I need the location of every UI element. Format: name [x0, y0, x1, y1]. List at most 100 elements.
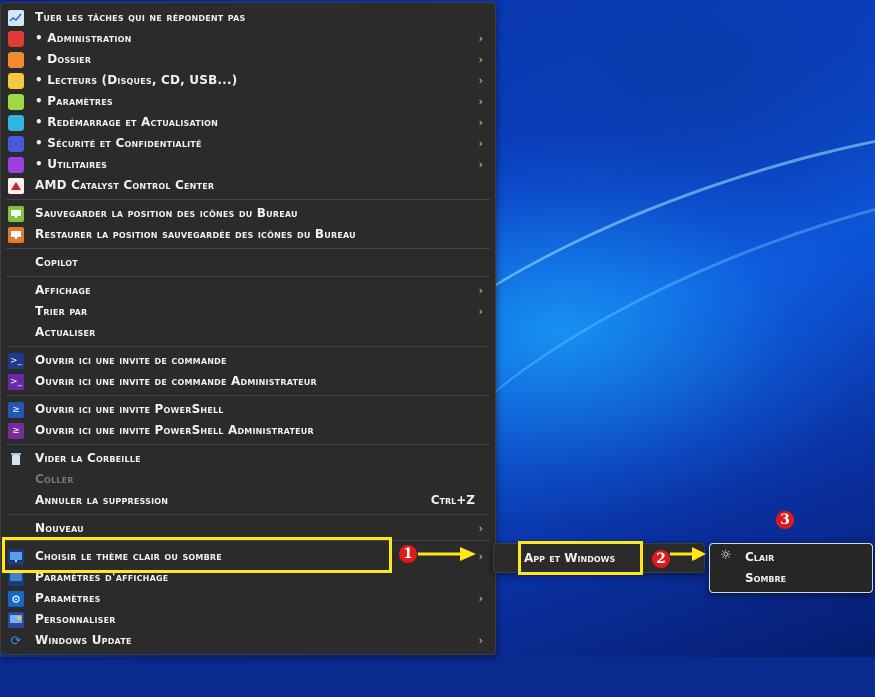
menu-item-nouveau[interactable]: Nouveau ›: [1, 518, 495, 539]
menu-item-label: Personnaliser: [35, 612, 116, 626]
menu-item-redemarrage[interactable]: • Redémarrage et Actualisation ›: [1, 112, 495, 133]
chevron-right-icon: ›: [478, 53, 483, 66]
chevron-right-icon: ›: [478, 137, 483, 150]
menu-item-label: Paramètres: [35, 591, 101, 605]
menu-item-parametres-group[interactable]: • Paramètres ›: [1, 91, 495, 112]
step-badge-1: 1: [399, 545, 417, 563]
menu-item-securite[interactable]: • Sécurité et Confidentialité ›: [1, 133, 495, 154]
step-badge-2: 2: [652, 550, 670, 568]
menu-separator: [6, 248, 490, 249]
menu-item-actualiser[interactable]: Actualiser: [1, 322, 495, 343]
menu-item-administration[interactable]: • Administration ›: [1, 28, 495, 49]
menu-item-label: Nouveau: [35, 521, 84, 535]
menu-item-label: Ouvrir ici une invite de commande: [35, 353, 227, 367]
menu-item-label: Restaurer la position sauvegardée des ic…: [35, 227, 356, 241]
menu-item-amd-catalyst[interactable]: AMD Catalyst Control Center: [1, 175, 495, 196]
menu-item-label: Sauvegarder la position des icônes du Bu…: [35, 206, 298, 220]
menu-item-vider-corbeille[interactable]: Vider la Corbeille: [1, 448, 495, 469]
menu-item-lecteurs[interactable]: • Lecteurs (Disques, CD, USB...) ›: [1, 70, 495, 91]
cmd-admin-icon: >_: [8, 374, 24, 390]
recycle-bin-icon: [8, 451, 24, 467]
menu-item-powershell[interactable]: ≥ Ouvrir ici une invite PowerShell: [1, 399, 495, 420]
menu-item-parametres[interactable]: ⚙ Paramètres ›: [1, 588, 495, 609]
task-manager-icon: [8, 10, 24, 26]
menu-item-label: Coller: [35, 472, 74, 486]
chevron-right-icon: ›: [478, 95, 483, 108]
menu-item-label: • Lecteurs (Disques, CD, USB...): [35, 73, 238, 87]
orange-swatch-icon: [8, 52, 24, 68]
chevron-right-icon: ›: [478, 284, 483, 297]
menu-item-copilot[interactable]: Copilot: [1, 252, 495, 273]
chevron-right-icon: ›: [478, 305, 483, 318]
menu-item-label: • Paramètres: [35, 94, 113, 108]
highlight-app-windows: [518, 541, 643, 575]
menu-item-label: Ouvrir ici une invite PowerShell: [35, 402, 224, 416]
submenu-item-clair[interactable]: ☼ Clair: [710, 547, 870, 568]
menu-item-label: • Redémarrage et Actualisation: [35, 115, 219, 129]
menu-separator: [6, 346, 490, 347]
chevron-right-icon: ›: [478, 550, 483, 563]
menu-item-save-icons[interactable]: Sauvegarder la position des icônes du Bu…: [1, 203, 495, 224]
menu-item-cmd-admin[interactable]: >_ Ouvrir ici une invite de commande Adm…: [1, 371, 495, 392]
submenu-item-label: Clair: [745, 550, 775, 564]
menu-item-coller: Coller: [1, 469, 495, 490]
menu-separator: [6, 276, 490, 277]
save-desktop-icon: [8, 206, 24, 222]
menu-item-affichage[interactable]: Affichage ›: [1, 280, 495, 301]
step-badge-3: 3: [776, 511, 794, 529]
menu-item-personnaliser[interactable]: Personnaliser: [1, 609, 495, 630]
sun-icon: ☼: [720, 548, 732, 563]
menu-item-powershell-admin[interactable]: ≥ Ouvrir ici une invite PowerShell Admin…: [1, 420, 495, 441]
menu-item-label: Vider la Corbeille: [35, 451, 141, 465]
menu-item-kill-tasks[interactable]: Tuer les tâches qui ne répondent pas: [1, 7, 495, 28]
menu-item-cmd[interactable]: >_ Ouvrir ici une invite de commande: [1, 350, 495, 371]
menu-item-restore-icons[interactable]: Restaurer la position sauvegardée des ic…: [1, 224, 495, 245]
theme-options-submenu: ☼ Clair Sombre: [709, 543, 873, 593]
menu-item-label: Annuler la suppression: [35, 493, 169, 507]
menu-item-dossier[interactable]: • Dossier ›: [1, 49, 495, 70]
menu-item-label: • Sécurité et Confidentialité: [35, 136, 202, 150]
highlight-choisir-theme: [2, 537, 392, 573]
menu-item-label: AMD Catalyst Control Center: [35, 178, 215, 192]
chevron-right-icon: ›: [478, 158, 483, 171]
menu-item-label: Ouvrir ici une invite PowerShell Adminis…: [35, 423, 314, 437]
amd-catalyst-icon: [8, 178, 24, 194]
restore-desktop-icon: [8, 227, 24, 243]
arrow-step-1-icon: [418, 547, 476, 561]
chevron-right-icon: ›: [478, 32, 483, 45]
menu-item-label: • Dossier: [35, 52, 92, 66]
personalize-icon: [8, 612, 24, 628]
arrow-step-2-icon: [670, 547, 706, 561]
red-swatch-icon: [8, 31, 24, 47]
menu-separator: [6, 444, 490, 445]
submenu-item-sombre[interactable]: Sombre: [710, 568, 870, 589]
menu-item-label: Windows Update: [35, 633, 132, 647]
chevron-right-icon: ›: [478, 74, 483, 87]
menu-item-label: • Administration: [35, 31, 132, 45]
windows-update-icon: ⟳: [10, 633, 22, 649]
menu-item-label: • Utilitaires: [35, 157, 108, 171]
cmd-icon: >_: [8, 353, 24, 369]
gear-icon: ⚙: [8, 591, 24, 607]
menu-item-utilitaires[interactable]: • Utilitaires ›: [1, 154, 495, 175]
chevron-right-icon: ›: [478, 116, 483, 129]
powershell-admin-icon: ≥: [8, 423, 24, 439]
menu-item-trier-par[interactable]: Trier par ›: [1, 301, 495, 322]
chevron-right-icon: ›: [478, 592, 483, 605]
purple-swatch-icon: [8, 157, 24, 173]
chevron-right-icon: ›: [478, 522, 483, 535]
menu-item-label: Tuer les tâches qui ne répondent pas: [35, 10, 246, 24]
menu-item-label: Affichage: [35, 283, 91, 297]
menu-item-windows-update[interactable]: ⟳ Windows Update ›: [1, 630, 495, 651]
blue-swatch-icon: [8, 136, 24, 152]
menu-separator: [6, 395, 490, 396]
menu-item-annuler-suppression[interactable]: Annuler la suppression Ctrl+Z: [1, 490, 495, 511]
menu-item-label: Ouvrir ici une invite de commande Admini…: [35, 374, 317, 388]
menu-item-label: Actualiser: [35, 325, 96, 339]
menu-separator: [6, 514, 490, 515]
submenu-item-label: Sombre: [745, 571, 787, 585]
menu-item-label: Trier par: [35, 304, 88, 318]
shortcut-label: Ctrl+Z: [430, 493, 475, 507]
yellow-swatch-icon: [8, 73, 24, 89]
chevron-right-icon: ›: [478, 634, 483, 647]
